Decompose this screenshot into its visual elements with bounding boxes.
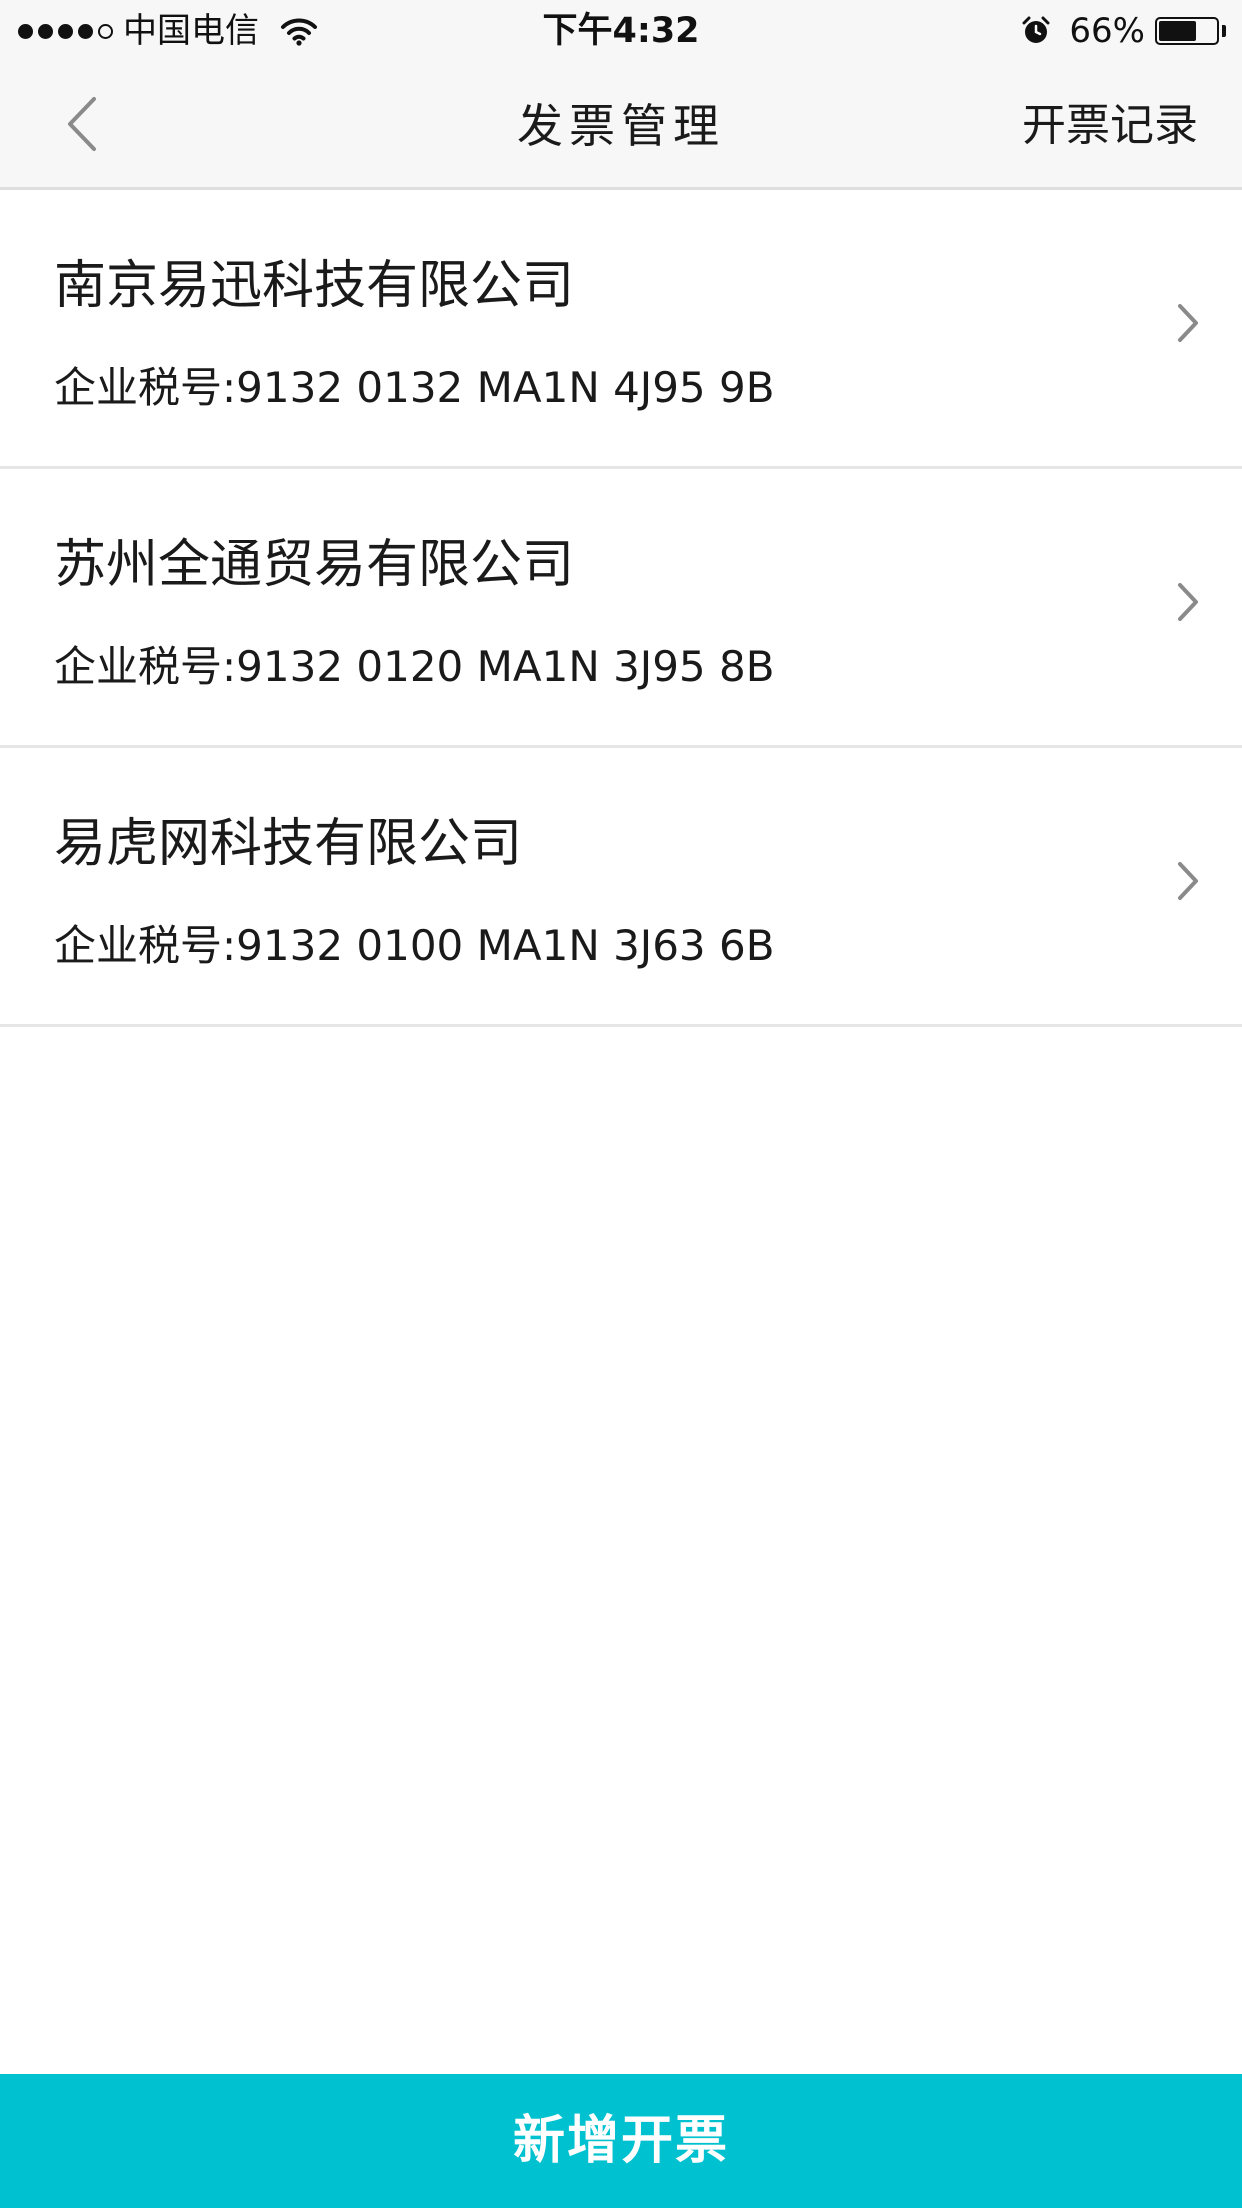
tax-id-value: 9132 0132 MA1N 4J95 9B: [236, 363, 775, 412]
chevron-right-icon: [1178, 304, 1198, 342]
invoice-records-button[interactable]: 开票记录: [1022, 98, 1198, 154]
company-list: 南京易迅科技有限公司 企业税号:9132 0132 MA1N 4J95 9B 苏…: [0, 190, 1242, 1027]
add-invoice-button[interactable]: 新增开票: [0, 2074, 1242, 2208]
tax-id-line: 企业税号:9132 0100 MA1N 3J63 6B: [54, 920, 775, 972]
battery-level-fill: [1159, 21, 1196, 41]
tax-id-line: 企业税号:9132 0132 MA1N 4J95 9B: [54, 362, 775, 414]
navigation-bar: 发票管理 开票记录: [0, 62, 1242, 190]
chevron-right-icon: [1178, 862, 1198, 900]
alarm-icon: [1022, 16, 1050, 43]
company-name: 易虎网科技有限公司: [54, 814, 523, 874]
tax-id-value: 9132 0120 MA1N 3J95 8B: [236, 642, 775, 691]
tax-id-label: 企业税号:: [54, 363, 237, 412]
battery-icon: [1155, 17, 1219, 45]
company-list-item[interactable]: 苏州全通贸易有限公司 企业税号:9132 0120 MA1N 3J95 8B: [0, 469, 1242, 748]
company-list-item[interactable]: 易虎网科技有限公司 企业税号:9132 0100 MA1N 3J63 6B: [0, 748, 1242, 1027]
tax-id-line: 企业税号:9132 0120 MA1N 3J95 8B: [54, 641, 775, 693]
tax-id-value: 9132 0100 MA1N 3J63 6B: [236, 921, 775, 970]
battery-percentage: 66%: [1069, 11, 1145, 51]
tax-id-label: 企业税号:: [54, 642, 237, 691]
company-name: 苏州全通贸易有限公司: [54, 535, 575, 595]
tax-id-label: 企业税号:: [54, 921, 237, 970]
company-name: 南京易迅科技有限公司: [54, 256, 575, 316]
company-list-item[interactable]: 南京易迅科技有限公司 企业税号:9132 0132 MA1N 4J95 9B: [0, 190, 1242, 469]
battery-cap: [1222, 25, 1226, 37]
status-right: 66%: [1021, 10, 1226, 52]
status-bar: 中国电信 下午4:32 66%: [0, 0, 1242, 62]
chevron-right-icon: [1178, 583, 1198, 621]
